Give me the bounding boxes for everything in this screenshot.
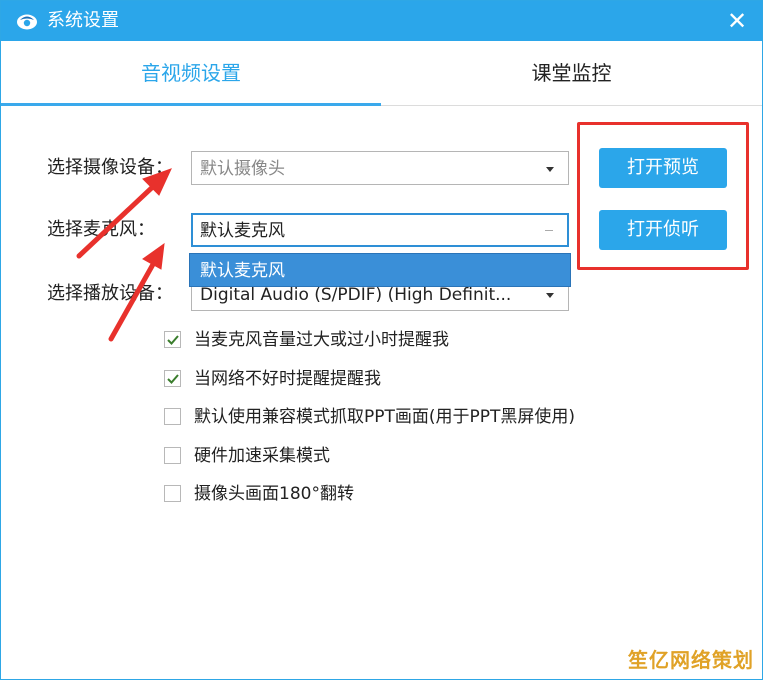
window-title: 系统设置 bbox=[47, 10, 119, 31]
microphone-select-value: 默认麦克风 bbox=[200, 221, 285, 241]
chevron-down-icon bbox=[545, 230, 553, 231]
settings-window: 系统设置 ✕ 音视频设置 课堂监控 选择摄像设备： 默认摄像头 选择麦克风： 默… bbox=[0, 0, 763, 680]
checkbox-label: 当麦克风音量过大或过小时提醒我 bbox=[194, 330, 449, 350]
checkbox-label: 默认使用兼容模式抓取PPT画面(用于PPT黑屏使用) bbox=[194, 407, 576, 427]
check-icon bbox=[167, 374, 179, 384]
checkbox-mic-volume[interactable] bbox=[164, 331, 181, 348]
checkbox-label: 摄像头画面180°翻转 bbox=[194, 484, 354, 504]
camera-select-value: 默认摄像头 bbox=[200, 159, 285, 179]
camera-select[interactable]: 默认摄像头 bbox=[191, 151, 569, 185]
title-bar: 系统设置 ✕ bbox=[1, 1, 762, 41]
checkbox-ppt-compat[interactable] bbox=[164, 408, 181, 425]
microphone-label: 选择麦克风： bbox=[47, 219, 155, 240]
close-icon[interactable]: ✕ bbox=[724, 7, 750, 35]
checkbox-network[interactable] bbox=[164, 370, 181, 387]
tab-bar: 音视频设置 课堂监控 bbox=[1, 41, 762, 106]
microphone-dropdown-option[interactable]: 默认麦克风 bbox=[189, 253, 571, 287]
camera-label: 选择摄像设备： bbox=[47, 157, 173, 178]
microphone-select[interactable]: 默认麦克风 bbox=[191, 213, 569, 247]
tab-classroom-monitor[interactable]: 课堂监控 bbox=[381, 41, 762, 105]
chevron-down-icon bbox=[546, 167, 554, 172]
checkbox-label: 硬件加速采集模式 bbox=[194, 446, 330, 466]
annotation-arrowhead-microphone bbox=[142, 242, 165, 270]
dropdown-option-label: 默认麦克风 bbox=[200, 261, 285, 281]
chevron-down-icon bbox=[546, 293, 554, 298]
app-logo-icon bbox=[15, 11, 39, 31]
playback-label: 选择播放设备： bbox=[47, 283, 173, 304]
playback-select-value: Digital Audio (S/PDIF) (High Definit... bbox=[200, 285, 512, 305]
watermark-text: 笙亿网络策划 bbox=[628, 648, 754, 672]
checkbox-label: 当网络不好时提醒提醒我 bbox=[194, 369, 381, 389]
checkbox-camera-flip[interactable] bbox=[164, 485, 181, 502]
tab-av-settings[interactable]: 音视频设置 bbox=[1, 41, 381, 106]
annotation-highlight-box bbox=[577, 122, 749, 270]
checkbox-hw-accel[interactable] bbox=[164, 447, 181, 464]
check-icon bbox=[167, 335, 179, 345]
